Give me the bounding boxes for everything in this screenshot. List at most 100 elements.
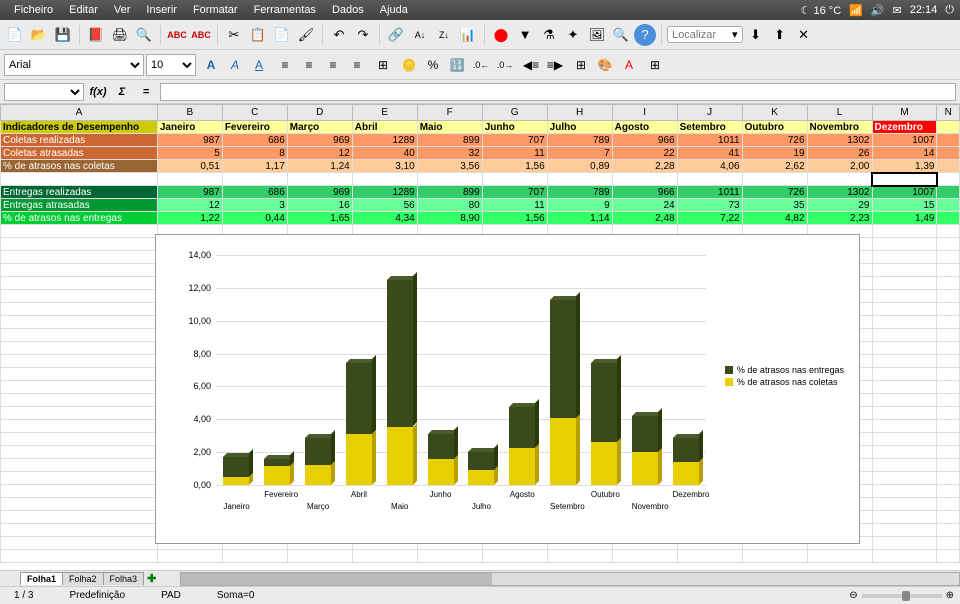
find-prev-button[interactable]: ⬆: [769, 24, 791, 46]
new-doc-button[interactable]: 📄: [4, 24, 26, 46]
cell[interactable]: 1011: [677, 186, 742, 199]
menu-formatar[interactable]: Formatar: [185, 2, 246, 18]
column-header-F[interactable]: F: [417, 105, 482, 121]
cell[interactable]: [872, 251, 937, 264]
add-decimal-button[interactable]: .0←: [470, 54, 492, 76]
increase-indent-button[interactable]: ≡▶: [544, 54, 566, 76]
find-next-button[interactable]: ⬇: [745, 24, 767, 46]
cell[interactable]: [872, 173, 937, 186]
cell[interactable]: 3,10: [352, 160, 417, 173]
paste-button[interactable]: 📄: [271, 24, 293, 46]
spellcheck-button[interactable]: ABC: [166, 24, 188, 46]
cell[interactable]: [482, 173, 547, 186]
cell[interactable]: 11: [482, 199, 547, 212]
column-header-N[interactable]: N: [937, 105, 960, 121]
cell[interactable]: [872, 355, 937, 368]
cell[interactable]: 11: [482, 147, 547, 160]
borders-button[interactable]: ⊞: [570, 54, 592, 76]
row-label[interactable]: [1, 459, 158, 472]
record-macro-button[interactable]: ⬤: [490, 24, 512, 46]
formula-input[interactable]: [160, 83, 956, 101]
redo-button[interactable]: ↷: [352, 24, 374, 46]
cell[interactable]: [872, 511, 937, 524]
cell[interactable]: 2,23: [807, 212, 872, 225]
cell[interactable]: [547, 550, 612, 563]
cell[interactable]: 7: [547, 147, 612, 160]
function-wizard-button[interactable]: f(x): [88, 83, 108, 101]
sort-desc-button[interactable]: Z↓: [433, 24, 455, 46]
font-size-select[interactable]: 10: [146, 54, 196, 76]
cell[interactable]: [287, 550, 352, 563]
cell[interactable]: [612, 173, 677, 186]
cell[interactable]: 1,17: [222, 160, 287, 173]
cell[interactable]: 966: [612, 134, 677, 147]
cell[interactable]: [872, 368, 937, 381]
column-header-G[interactable]: G: [482, 105, 547, 121]
cell[interactable]: 4,06: [677, 160, 742, 173]
align-right-button[interactable]: ≡: [322, 54, 344, 76]
cell[interactable]: [872, 238, 937, 251]
sheet-tab-Folha2[interactable]: Folha2: [62, 572, 104, 585]
cell[interactable]: 1,14: [547, 212, 612, 225]
row-label[interactable]: Coletas realizadas: [1, 134, 158, 147]
percent-button[interactable]: %: [422, 54, 444, 76]
cell[interactable]: 4,34: [352, 212, 417, 225]
cell[interactable]: 1,22: [157, 212, 222, 225]
cell[interactable]: 1,56: [482, 212, 547, 225]
column-header-J[interactable]: J: [677, 105, 742, 121]
cell[interactable]: 2,00: [807, 160, 872, 173]
cell[interactable]: [872, 277, 937, 290]
cell[interactable]: 726: [742, 134, 807, 147]
zoom-in-button[interactable]: ⊕: [946, 590, 954, 601]
bg-color-button[interactable]: 🎨: [594, 54, 616, 76]
cell[interactable]: 987: [157, 134, 222, 147]
cell[interactable]: 5: [157, 147, 222, 160]
cell[interactable]: 707: [482, 186, 547, 199]
gallery-button[interactable]: 🖼: [586, 24, 608, 46]
zoom-control[interactable]: ⊖ ⊕: [849, 590, 954, 601]
row-label[interactable]: [1, 550, 158, 563]
row-label[interactable]: [1, 238, 158, 251]
cell[interactable]: [872, 225, 937, 238]
column-header-L[interactable]: L: [807, 105, 872, 121]
cell[interactable]: [157, 550, 222, 563]
filter-button[interactable]: ▼: [514, 24, 536, 46]
cell[interactable]: [352, 173, 417, 186]
find-toolbar[interactable]: ▾: [667, 26, 743, 43]
cell[interactable]: [157, 173, 222, 186]
spreadsheet-area[interactable]: ABCDEFGHIJKLMN Indicadores de Desempenho…: [0, 104, 960, 570]
cell-reference-box[interactable]: [4, 83, 84, 101]
cell[interactable]: 1011: [677, 134, 742, 147]
cell[interactable]: 1,24: [287, 160, 352, 173]
cell[interactable]: 726: [742, 186, 807, 199]
cell[interactable]: [872, 394, 937, 407]
cell[interactable]: [872, 446, 937, 459]
cell[interactable]: [222, 550, 287, 563]
remove-decimal-button[interactable]: .0→: [494, 54, 516, 76]
cell[interactable]: 1289: [352, 186, 417, 199]
align-center-button[interactable]: ≡: [298, 54, 320, 76]
menu-ficheiro[interactable]: Ficheiro: [6, 2, 61, 18]
cell[interactable]: 8: [222, 147, 287, 160]
cell[interactable]: 686: [222, 134, 287, 147]
cell[interactable]: 1007: [872, 134, 937, 147]
currency-button[interactable]: 🪙: [398, 54, 420, 76]
month-header[interactable]: Outubro: [742, 121, 807, 134]
export-pdf-button[interactable]: 📕: [85, 24, 107, 46]
row-label[interactable]: [1, 407, 158, 420]
autofilter-button[interactable]: ⚗: [538, 24, 560, 46]
sort-asc-button[interactable]: A↓: [409, 24, 431, 46]
cell[interactable]: [872, 524, 937, 537]
cell[interactable]: 2,62: [742, 160, 807, 173]
row-label[interactable]: [1, 264, 158, 277]
row-label[interactable]: [1, 498, 158, 511]
cell[interactable]: [872, 264, 937, 277]
cell[interactable]: 4,82: [742, 212, 807, 225]
cell[interactable]: 899: [417, 186, 482, 199]
row-label[interactable]: [1, 446, 158, 459]
cell[interactable]: 32: [417, 147, 482, 160]
cell[interactable]: [872, 342, 937, 355]
zoom-button[interactable]: 🔍: [610, 24, 632, 46]
cell[interactable]: [547, 173, 612, 186]
cell[interactable]: 15: [872, 199, 937, 212]
